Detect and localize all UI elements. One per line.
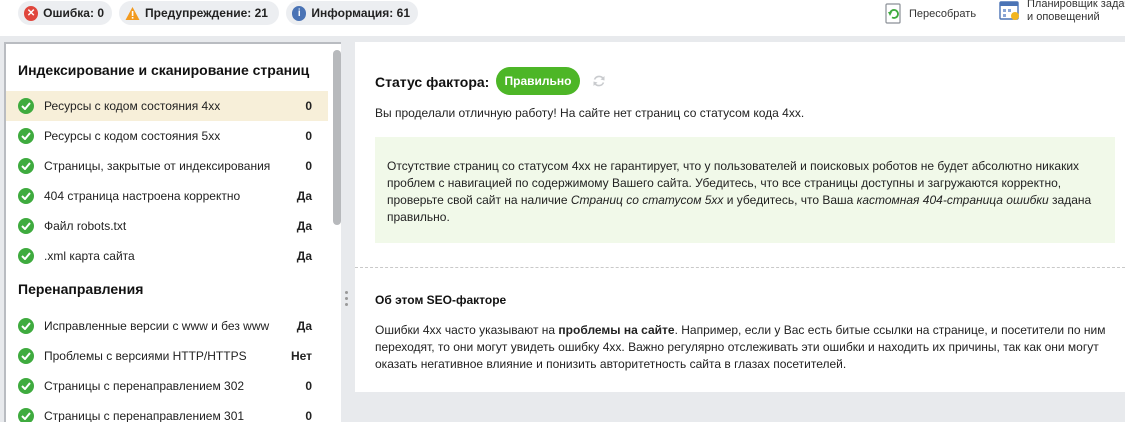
toolbar: ✕ Ошибка: 0 Предупреждение: 21 i Информа… <box>0 0 1125 36</box>
factor-label: Проблемы с версиями HTTP/HTTPS <box>44 349 247 363</box>
about-title: Об этом SEO-факторе <box>375 293 507 307</box>
link-custom-404[interactable]: кастомная 404-страница ошибки <box>857 193 1049 207</box>
factor-row-404[interactable]: 404 страница настроена корректно Да <box>6 181 328 211</box>
section-title-redirects: Перенаправления <box>18 281 144 297</box>
factor-row-302[interactable]: Страницы с перенаправлением 302 0 <box>6 371 328 401</box>
check-icon <box>18 318 34 334</box>
about-text: Ошибки 4xx часто указывают на проблемы н… <box>375 322 1115 373</box>
factor-value: Да <box>296 319 312 333</box>
rebuild-button[interactable]: Пересобрать <box>885 3 976 28</box>
factor-label: Страницы с перенаправлением 302 <box>44 379 245 393</box>
factor-list-panel: Индексирование и сканирование страниц Ре… <box>4 42 341 422</box>
error-filter-button[interactable]: ✕ Ошибка: 0 <box>18 1 112 25</box>
info-count: 61 <box>396 6 410 20</box>
check-icon <box>18 128 34 144</box>
about-text-bold: проблемы на сайте <box>558 323 675 337</box>
factor-value: Нет <box>290 349 312 363</box>
panel-splitter-handle[interactable] <box>345 291 349 311</box>
factor-value: 0 <box>305 379 312 393</box>
factor-label: Страницы, закрытые от индексирования <box>44 159 271 173</box>
main-area: Индексирование и сканирование страниц Ре… <box>0 36 1125 422</box>
info-icon: i <box>292 5 307 21</box>
scheduler-label-line1: Планировщик задач <box>1027 0 1125 10</box>
error-icon: ✕ <box>24 5 39 21</box>
factor-label: .xml карта сайта <box>44 249 135 263</box>
error-label: Ошибка: <box>43 6 94 20</box>
rebuild-label: Пересобрать <box>909 8 977 20</box>
factor-row-robots[interactable]: Файл robots.txt Да <box>6 211 328 241</box>
check-icon <box>18 248 34 264</box>
check-icon <box>18 408 34 422</box>
check-icon <box>18 218 34 234</box>
factor-row-4xx[interactable]: Ресурсы с кодом состояния 4xx 0 <box>6 91 328 121</box>
scheduler-button[interactable]: Планировщик задач и оповещений <box>999 0 1125 25</box>
info-filter-button[interactable]: i Информация: 61 <box>286 1 418 25</box>
factor-value: Да <box>296 189 312 203</box>
status-label: Статус фактора: <box>375 74 490 90</box>
factor-value: 0 <box>305 129 312 143</box>
note-text-part2: и убедитесь, что Ваша <box>723 193 857 207</box>
scheduler-label: Планировщик задач и оповещений <box>1027 0 1125 24</box>
warning-icon <box>125 6 140 21</box>
factor-value: 0 <box>305 409 312 422</box>
recommendation-box: Отсутствие страниц со статусом 4xx не га… <box>375 137 1115 243</box>
check-icon <box>18 378 34 394</box>
factor-label: Ресурсы с кодом состояния 4xx <box>44 99 221 113</box>
link-5xx-pages[interactable]: Страниц со статусом 5xx <box>571 193 724 207</box>
warning-label: Предупреждение: <box>145 6 252 20</box>
warning-filter-button[interactable]: Предупреждение: 21 <box>119 1 279 25</box>
factor-row-sitemap[interactable]: .xml карта сайта Да <box>6 241 328 271</box>
warning-count: 21 <box>254 6 268 20</box>
status-message: Вы проделали отличную работу! На сайте н… <box>375 106 805 120</box>
factor-label: Файл robots.txt <box>44 219 127 233</box>
factor-value: Да <box>296 249 312 263</box>
info-label: Информация: <box>311 6 394 20</box>
factor-label: Ресурсы с кодом состояния 5xx <box>44 129 221 143</box>
error-count: 0 <box>97 6 104 20</box>
factor-detail-panel: Статус фактора: Правильно Вы проделали о… <box>355 42 1125 392</box>
section-title-indexing: Индексирование и сканирование страниц <box>18 62 310 78</box>
about-text-part1: Ошибки 4xx часто указывают на <box>375 323 559 337</box>
sidebar-scrollbar[interactable] <box>333 50 341 225</box>
check-icon <box>18 188 34 204</box>
check-icon <box>18 158 34 174</box>
factor-value: 0 <box>305 99 312 113</box>
rebuild-icon <box>885 3 903 28</box>
check-icon <box>18 98 34 114</box>
factor-value: Да <box>296 219 312 233</box>
factor-value: 0 <box>305 159 312 173</box>
factor-row-5xx[interactable]: Ресурсы с кодом состояния 5xx 0 <box>6 121 328 151</box>
scheduler-label-line2: и оповещений <box>1027 11 1100 23</box>
status-badge: Правильно <box>496 67 580 95</box>
factor-label: 404 страница настроена корректно <box>44 189 241 203</box>
factor-label: Исправленные версии с www и без www <box>44 319 270 333</box>
divider <box>355 267 1125 268</box>
refresh-icon[interactable] <box>592 74 606 93</box>
factor-row-www[interactable]: Исправленные версии с www и без www Да <box>6 311 328 341</box>
check-icon <box>18 348 34 364</box>
factor-row-301[interactable]: Страницы с перенаправлением 301 0 <box>6 401 328 422</box>
scheduler-icon <box>999 0 1021 25</box>
factor-label: Страницы с перенаправлением 301 <box>44 409 245 422</box>
factor-row-https[interactable]: Проблемы с версиями HTTP/HTTPS Нет <box>6 341 328 371</box>
factor-row-noindex[interactable]: Страницы, закрытые от индексирования 0 <box>6 151 328 181</box>
